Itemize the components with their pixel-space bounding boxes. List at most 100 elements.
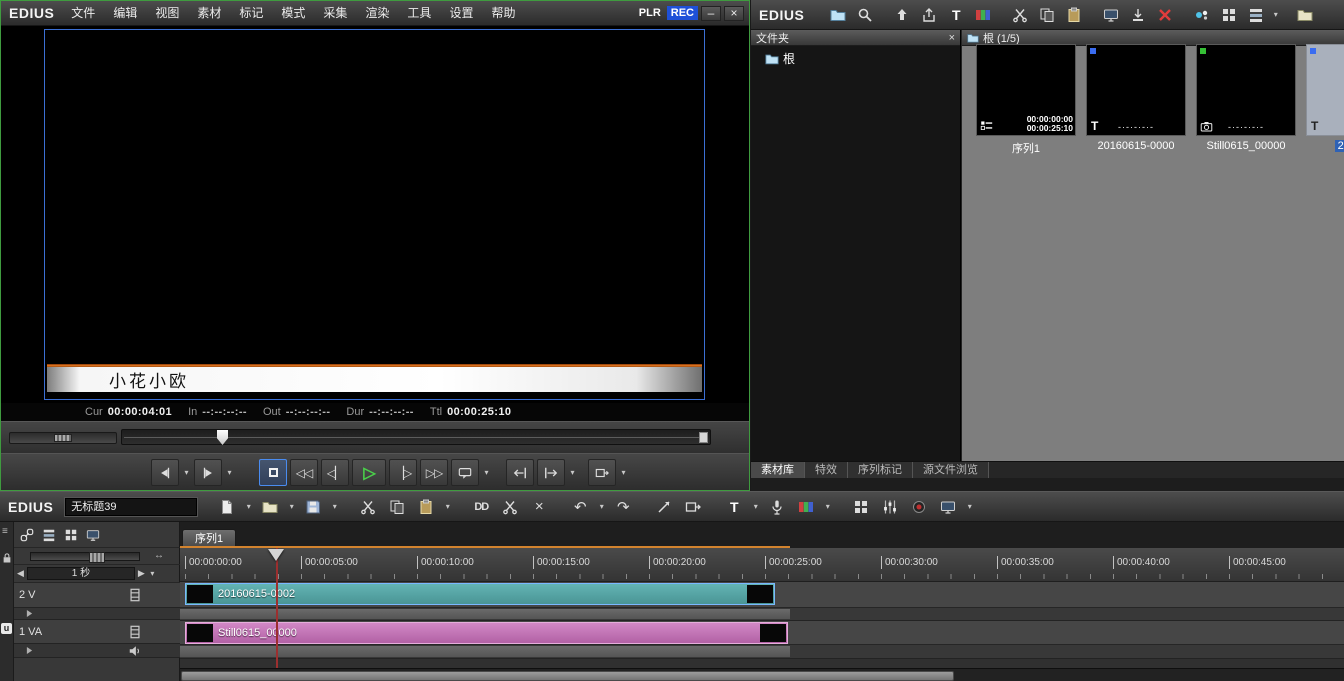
menu-settings[interactable]: 设置	[440, 1, 482, 25]
match-frame-button[interactable]	[681, 496, 705, 518]
set-in-dropdown[interactable]: ▾	[182, 468, 191, 477]
menu-mode[interactable]: 模式	[272, 1, 314, 25]
track-1va-audio-icon[interactable]	[128, 644, 142, 658]
save-project-dropdown[interactable]: ▾	[330, 502, 339, 511]
cut-button[interactable]	[356, 496, 380, 518]
menu-help[interactable]: 帮助	[482, 1, 524, 25]
layout-grid-icon[interactable]	[64, 528, 78, 542]
replace-button[interactable]: DD	[469, 496, 493, 518]
menu-tools[interactable]: 工具	[398, 1, 440, 25]
open-project-dropdown[interactable]: ▾	[287, 502, 296, 511]
plr-mode-button[interactable]: PLR	[635, 6, 665, 20]
jog-slider-thumb[interactable]	[54, 434, 72, 442]
go-to-out-button[interactable]	[537, 459, 565, 486]
export-button[interactable]	[917, 4, 941, 26]
timeline-scrollbar-thumb[interactable]	[181, 671, 954, 681]
up-folder-button[interactable]	[890, 4, 914, 26]
track-select-indicator[interactable]: u	[1, 623, 12, 634]
add-title-button[interactable]: T	[944, 4, 968, 26]
rewind-button[interactable]: ◁◁	[290, 459, 318, 486]
track-2v-expand-icon[interactable]	[26, 610, 33, 617]
next-frame-button[interactable]: ▕▷	[389, 459, 417, 486]
marker-list-button[interactable]	[849, 496, 873, 518]
stop-button[interactable]	[259, 459, 287, 486]
redo-button[interactable]: ↷	[611, 496, 635, 518]
menu-clip[interactable]: 素材	[188, 1, 230, 25]
panel-lines-icon[interactable]: ≡	[2, 526, 8, 537]
timeline-horizontal-scrollbar[interactable]	[180, 668, 1344, 681]
tab-source-browser[interactable]: 源文件浏览	[913, 462, 989, 478]
ripple-cut-button[interactable]	[498, 496, 522, 518]
fit-timeline-icon[interactable]: ↔	[154, 550, 164, 561]
search-button[interactable]	[853, 4, 877, 26]
timeline-clip-video[interactable]: 20160615-0002	[185, 583, 775, 605]
track-header-1va[interactable]: 1 VA	[14, 620, 180, 644]
track-1va-sublane[interactable]	[180, 645, 1344, 659]
go-to-in-button[interactable]	[506, 459, 534, 486]
save-project-button[interactable]	[301, 496, 325, 518]
track-height-icon[interactable]	[42, 528, 56, 542]
bin-clip-title-1[interactable]: T -·-·-·-·- 20160615-0000	[1086, 44, 1186, 152]
undo-button[interactable]: ↶	[568, 496, 592, 518]
track-1va-lane[interactable]: Still0615_00000	[180, 621, 1344, 645]
menu-view[interactable]: 视图	[146, 1, 188, 25]
folder-button[interactable]	[826, 4, 850, 26]
folder-tree-root[interactable]: 根	[765, 50, 960, 67]
menu-marker[interactable]: 标记	[230, 1, 272, 25]
track-1va-video-indicator-icon[interactable]	[128, 625, 142, 639]
bin-clip-sequence[interactable]: 00:00:00:00 00:00:25:10 序列1	[976, 44, 1076, 156]
bin-clip-still[interactable]: -·-·-·-·- Still0615_00000	[1196, 44, 1296, 152]
delete-button[interactable]: ×	[527, 496, 551, 518]
view-mode-dropdown[interactable]: ▾	[1271, 10, 1280, 19]
menu-render[interactable]: 渲染	[356, 1, 398, 25]
track-2v-sublane[interactable]	[180, 608, 1344, 621]
thumbnail-view-button[interactable]	[1217, 4, 1241, 26]
properties-button[interactable]	[1190, 4, 1214, 26]
minimize-button[interactable]: –	[701, 6, 721, 21]
playhead-handle[interactable]	[268, 549, 284, 561]
match-frame-dropdown[interactable]: ▾	[619, 468, 628, 477]
import-button[interactable]	[1126, 4, 1150, 26]
paste-dropdown[interactable]: ▾	[443, 502, 452, 511]
bin-clip-title-2-selected[interactable]: T 201606	[1306, 44, 1344, 152]
create-title-button[interactable]: T	[722, 496, 746, 518]
zoom-dropdown[interactable]: ▾	[148, 569, 157, 578]
monitor-small-icon[interactable]	[86, 528, 100, 542]
record-button[interactable]	[907, 496, 931, 518]
timeline-ruler[interactable]: 00:00:00:00 00:00:05:00 00:00:10:00 00:0…	[180, 548, 1344, 582]
tab-sequence-markers[interactable]: 序列标记	[848, 462, 913, 478]
new-sequence-button[interactable]	[215, 496, 239, 518]
undo-dropdown[interactable]: ▾	[597, 502, 606, 511]
delete-button[interactable]	[1153, 4, 1177, 26]
timeline-zoom-slider[interactable]	[30, 552, 140, 561]
voiceover-button[interactable]	[765, 496, 789, 518]
paste-button[interactable]	[1062, 4, 1086, 26]
audio-mixer-button[interactable]	[878, 496, 902, 518]
add-cut-point-button[interactable]	[652, 496, 676, 518]
transition-button[interactable]	[794, 496, 818, 518]
tab-bin[interactable]: 素材库	[751, 462, 805, 478]
fullscreen-preview-button[interactable]	[936, 496, 960, 518]
previous-frame-button[interactable]: ◁▏	[321, 459, 349, 486]
create-title-dropdown[interactable]: ▾	[751, 502, 760, 511]
jog-slider[interactable]	[9, 432, 117, 444]
match-frame-button[interactable]	[588, 459, 616, 486]
add-to-timeline-button[interactable]	[1099, 4, 1123, 26]
go-to-dropdown[interactable]: ▾	[568, 468, 577, 477]
position-slider[interactable]	[121, 429, 711, 445]
sync-link-icon[interactable]	[20, 528, 34, 542]
fast-forward-button[interactable]: ▷▷	[420, 459, 448, 486]
set-in-button[interactable]	[151, 459, 179, 486]
zoom-out-button[interactable]: ◀	[14, 568, 27, 579]
loop-playback-button[interactable]	[451, 459, 479, 486]
close-button[interactable]: ×	[724, 6, 744, 21]
zoom-value[interactable]: 1 秒	[27, 567, 135, 580]
track-2v-lane[interactable]: 20160615-0002	[180, 582, 1344, 608]
copy-button[interactable]	[385, 496, 409, 518]
new-clip-button[interactable]	[971, 4, 995, 26]
view-mode-button[interactable]	[1244, 4, 1268, 26]
position-slider-thumb[interactable]	[217, 430, 228, 445]
open-project-button[interactable]	[258, 496, 282, 518]
transition-dropdown[interactable]: ▾	[823, 502, 832, 511]
menu-file[interactable]: 文件	[62, 1, 104, 25]
